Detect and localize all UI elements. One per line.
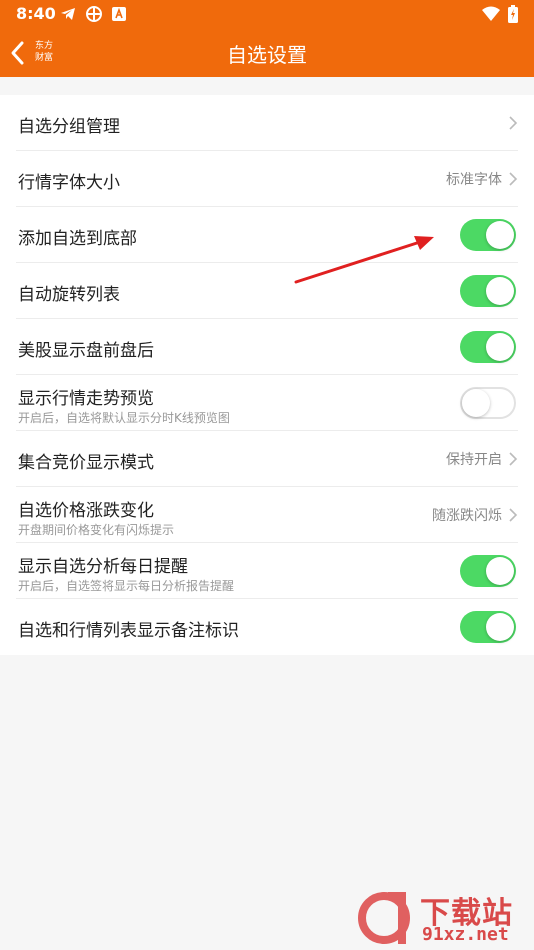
- page-title: 自选设置: [227, 43, 307, 67]
- row-subtitle: 开启后，自选签将显示每日分析报告提醒: [18, 579, 235, 593]
- toggle-switch[interactable]: [460, 331, 516, 363]
- row-control: [460, 319, 518, 375]
- row-value: 保持开启: [446, 452, 502, 468]
- toggle-knob: [486, 221, 514, 249]
- row-title: 自动旋转列表: [18, 285, 120, 305]
- toggle-knob: [486, 613, 514, 641]
- row-subtitle: 开盘期间价格变化有闪烁提示: [18, 523, 175, 537]
- status-time: 8:40: [16, 4, 56, 23]
- telegram-icon: [61, 8, 75, 20]
- row-title: 自选价格涨跌变化: [18, 501, 154, 521]
- row-control: [508, 95, 518, 151]
- settings-row[interactable]: 自选分组管理: [16, 95, 518, 151]
- toggle-switch[interactable]: [460, 387, 516, 419]
- status-icons-left: [60, 6, 126, 22]
- settings-row[interactable]: 自选和行情列表显示备注标识: [16, 599, 518, 655]
- battery-icon: [508, 5, 518, 23]
- row-control: [460, 543, 518, 599]
- status-icons-right: [482, 5, 518, 23]
- pinwheel-icon: [86, 6, 102, 22]
- row-control: 随涨跌闪烁: [432, 487, 518, 543]
- wifi-icon: [482, 6, 500, 21]
- settings-row[interactable]: 显示行情走势预览开启后，自选将默认显示分时K线预览图: [16, 375, 518, 431]
- row-control: 标准字体: [446, 151, 518, 207]
- row-value: 标准字体: [446, 172, 502, 188]
- watermark: 下载站 91xz.net: [358, 888, 530, 948]
- settings-row[interactable]: 自选价格涨跌变化开盘期间价格变化有闪烁提示 随涨跌闪烁: [16, 487, 518, 543]
- watermark-url: 91xz.net: [422, 924, 509, 945]
- row-control: [460, 263, 518, 319]
- toggle-knob: [486, 277, 514, 305]
- row-control: [460, 375, 518, 431]
- settings-row[interactable]: 美股显示盘前盘后: [16, 319, 518, 375]
- annotation-arrow: [294, 236, 434, 284]
- row-title: 自选和行情列表显示备注标识: [18, 621, 239, 641]
- nav-header: 东方 财富 自选设置: [0, 28, 534, 77]
- toggle-knob: [486, 333, 514, 361]
- row-control: [460, 599, 518, 655]
- row-title: 添加自选到底部: [18, 229, 137, 249]
- row-title: 自选分组管理: [18, 117, 120, 137]
- row-title: 显示行情走势预览: [18, 389, 154, 409]
- toggle-knob: [486, 557, 514, 585]
- settings-row[interactable]: 行情字体大小 标准字体: [16, 151, 518, 207]
- row-control: 保持开启: [446, 431, 518, 487]
- settings-row[interactable]: 添加自选到底部: [16, 207, 518, 263]
- toggle-knob: [462, 389, 490, 417]
- row-title: 显示自选分析每日提醒: [18, 557, 188, 577]
- row-value: 随涨跌闪烁: [432, 508, 502, 524]
- settings-row[interactable]: 显示自选分析每日提醒开启后，自选签将显示每日分析报告提醒: [16, 543, 518, 599]
- chevron-right-icon: [509, 508, 518, 522]
- settings-row[interactable]: 自动旋转列表: [16, 263, 518, 319]
- chevron-right-icon: [509, 452, 518, 466]
- chevron-right-icon: [509, 116, 518, 130]
- toggle-switch[interactable]: [460, 611, 516, 643]
- app-a-icon: [112, 7, 126, 21]
- status-bar: 8:40: [0, 0, 534, 28]
- toggle-switch[interactable]: [460, 275, 516, 307]
- row-title: 行情字体大小: [18, 173, 120, 193]
- toggle-switch[interactable]: [460, 219, 516, 251]
- watermark-logo-icon: [358, 892, 410, 944]
- chevron-right-icon: [509, 172, 518, 186]
- settings-row[interactable]: 集合竞价显示模式 保持开启: [16, 431, 518, 487]
- row-subtitle: 开启后，自选将默认显示分时K线预览图: [18, 411, 230, 425]
- row-control: [460, 207, 518, 263]
- row-title: 集合竞价显示模式: [18, 453, 154, 473]
- toggle-switch[interactable]: [460, 555, 516, 587]
- settings-list: 自选分组管理 行情字体大小 标准字体 添加自选到底部 自动旋转列表 美股显示盘前盘后 显示行…: [0, 95, 534, 655]
- row-title: 美股显示盘前盘后: [18, 341, 154, 361]
